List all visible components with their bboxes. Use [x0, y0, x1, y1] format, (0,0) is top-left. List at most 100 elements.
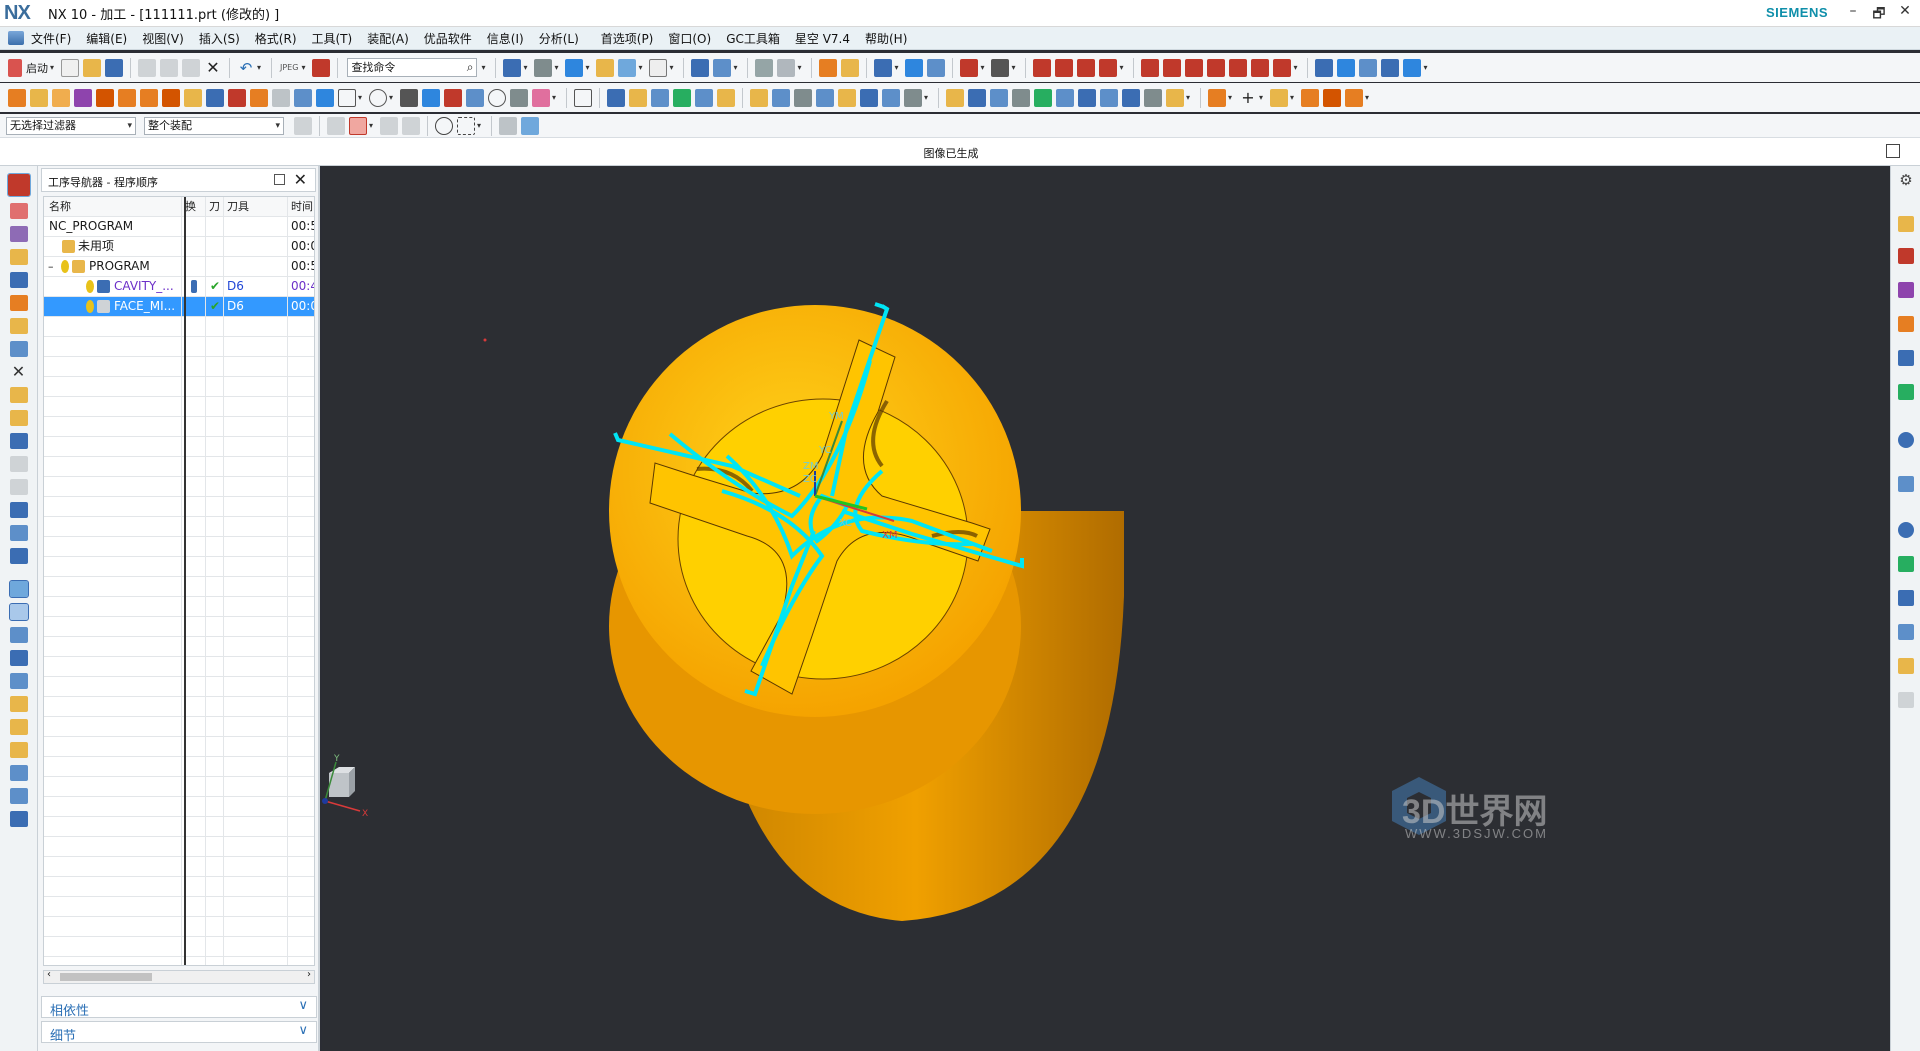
geometry-order-icon[interactable]: [9, 627, 28, 643]
create-operation-icon[interactable]: [96, 88, 114, 107]
cam-tool-icon[interactable]: [1898, 590, 1914, 606]
roles-icon[interactable]: [1898, 624, 1914, 640]
history-icon[interactable]: [9, 341, 28, 357]
menu-help[interactable]: 帮助(H): [865, 30, 907, 47]
start-icon[interactable]: [8, 58, 22, 77]
intersect-icon[interactable]: [1122, 88, 1140, 107]
menu-assembly[interactable]: 装配(A): [367, 30, 409, 47]
close-button[interactable]: ✕: [1892, 3, 1918, 19]
constraint-nav-icon[interactable]: [1898, 248, 1914, 264]
assembly-navigator-icon[interactable]: [9, 295, 28, 311]
part-nav-icon[interactable]: [1898, 216, 1914, 232]
dependencies-panel[interactable]: 相依性 ∨: [41, 996, 317, 1019]
selection-filter-select[interactable]: 无选择过滤器 ▾: [6, 116, 136, 135]
part-tools-icon[interactable]: [1345, 88, 1363, 107]
orient-view-icon[interactable]: [691, 58, 710, 77]
clock-icon[interactable]: [1898, 522, 1914, 538]
horizontal-scrollbar[interactable]: ‹ ›: [43, 969, 315, 984]
settings-gear-icon[interactable]: ⚙: [1898, 172, 1914, 188]
generate-toolpath-icon[interactable]: [118, 88, 136, 107]
revolve-icon[interactable]: [629, 88, 647, 107]
arc-icon[interactable]: [1163, 58, 1182, 77]
save-icon[interactable]: [105, 58, 123, 77]
web-browser-icon[interactable]: [1898, 384, 1914, 400]
menu-gc-toolbox[interactable]: GC工具箱: [726, 30, 780, 47]
transform-icon[interactable]: [9, 719, 28, 735]
curve-icon[interactable]: [1033, 58, 1052, 77]
menu-file[interactable]: 文件(F): [31, 30, 71, 47]
synchronous-icon[interactable]: [1166, 88, 1184, 107]
system-materials-icon[interactable]: [1898, 658, 1914, 674]
select-icon[interactable]: [905, 58, 924, 77]
extract-curve-icon[interactable]: [1273, 58, 1292, 77]
operation-row-cavity[interactable]: CAVITY_... ✔ D6 00:4: [44, 277, 314, 297]
select-face-icon[interactable]: [402, 116, 420, 135]
toolpath-delete-icon[interactable]: [9, 502, 28, 518]
line-icon[interactable]: [1141, 58, 1160, 77]
method-view-icon[interactable]: [9, 249, 28, 265]
project-curve-icon[interactable]: [1251, 58, 1270, 77]
machine-view-icon[interactable]: [8, 603, 29, 621]
column-time[interactable]: 时间: [291, 197, 313, 217]
hd3d-icon[interactable]: [1898, 350, 1914, 366]
electrode-icon[interactable]: [1301, 88, 1319, 107]
scroll-left-icon[interactable]: ‹: [47, 969, 51, 980]
fillet-curve-icon[interactable]: [1077, 58, 1096, 77]
close-icon[interactable]: ✕: [294, 170, 307, 189]
verify-toolpath-icon[interactable]: [162, 88, 180, 107]
tree-row[interactable]: – PROGRAM 00:5: [44, 257, 314, 277]
polygon-icon[interactable]: [369, 88, 387, 107]
maximize-icon[interactable]: [274, 174, 285, 185]
info-icon[interactable]: [9, 811, 28, 827]
work-view-icon[interactable]: [713, 58, 732, 77]
hide-icon[interactable]: [927, 58, 946, 77]
object-icon[interactable]: [9, 742, 28, 758]
create-program-icon[interactable]: [8, 88, 26, 107]
assembly-constraint-icon[interactable]: [1359, 58, 1378, 77]
group-icon[interactable]: [9, 696, 28, 712]
system-scenes-icon[interactable]: [1898, 692, 1914, 708]
render-style-icon[interactable]: [534, 58, 553, 77]
new-file-icon[interactable]: [61, 58, 79, 77]
explode-icon[interactable]: [1403, 58, 1422, 77]
menu-window[interactable]: 窗口(O): [668, 30, 711, 47]
minimize-button[interactable]: –: [1840, 3, 1866, 19]
replace-face-icon[interactable]: [794, 88, 812, 107]
restore-button[interactable]: 🗗: [1866, 3, 1892, 27]
start-button[interactable]: 启动: [26, 60, 48, 76]
tool-delete-icon[interactable]: [9, 479, 28, 495]
select-rect-icon[interactable]: [457, 116, 475, 135]
create-geometry-icon[interactable]: [52, 88, 70, 107]
operation-navigator-icon[interactable]: [6, 173, 31, 197]
collapse-toggle[interactable]: –: [48, 257, 54, 277]
menu-info[interactable]: 信息(I): [487, 30, 524, 47]
part-navigator-icon[interactable]: [9, 272, 28, 288]
snap-point-icon[interactable]: [349, 116, 367, 135]
square-icon[interactable]: [466, 88, 484, 107]
move-face-icon[interactable]: [816, 88, 834, 107]
offset-face-icon[interactable]: [772, 88, 790, 107]
xref-icon[interactable]: [532, 88, 550, 107]
path-icon[interactable]: [9, 765, 28, 781]
draft-icon[interactable]: [838, 88, 856, 107]
menu-xingkong[interactable]: 星空 V7.4: [795, 30, 850, 47]
machine-tool-icon[interactable]: [9, 203, 28, 219]
program-order-view-icon[interactable]: [8, 580, 29, 598]
stop-icon[interactable]: [228, 88, 246, 107]
shaded-cube-icon[interactable]: [565, 58, 584, 77]
select-circle-icon[interactable]: [435, 116, 453, 135]
spline-icon[interactable]: [1055, 58, 1074, 77]
circle-outline-icon[interactable]: [488, 88, 506, 107]
menu-youpin[interactable]: 优品软件: [424, 30, 472, 47]
shell-icon[interactable]: [860, 88, 878, 107]
search-icon[interactable]: ⌕: [467, 59, 474, 76]
shop-doc-icon[interactable]: [206, 88, 224, 107]
point-icon[interactable]: [1185, 58, 1204, 77]
tool-list-icon[interactable]: [316, 88, 334, 107]
menu-format[interactable]: 格式(R): [255, 30, 297, 47]
cut-icon[interactable]: [138, 58, 156, 77]
frame-icon[interactable]: [574, 88, 592, 107]
select-component-icon[interactable]: [521, 116, 539, 135]
clip-icon[interactable]: [596, 58, 615, 77]
select-body-icon[interactable]: [499, 116, 517, 135]
